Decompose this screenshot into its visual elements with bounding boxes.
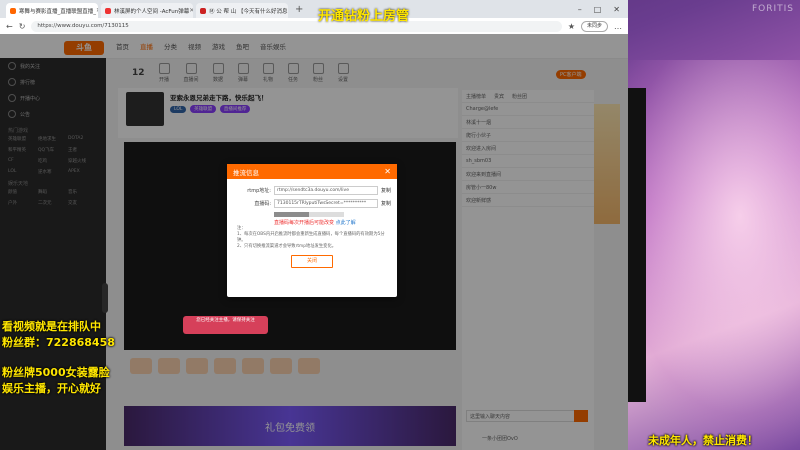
side-window: [628, 88, 646, 402]
overlay-text: 看视频就是在排队中: [2, 320, 101, 333]
sync-button[interactable]: 未同步: [580, 20, 608, 32]
promo-banner-text: 开通钻粉上房管: [318, 9, 410, 24]
tab-label: 林溪屏的个人空间 -AcFun弹幕: [114, 8, 190, 15]
learn-more-link[interactable]: 点此了解: [336, 220, 356, 226]
close-window-icon[interactable]: ✕: [613, 5, 620, 14]
star-icon[interactable]: ★: [568, 22, 575, 31]
code-warning: 直播码每次开播后可能改变 点此了解: [274, 219, 391, 226]
copy-code-button[interactable]: 复制: [381, 200, 391, 207]
code-scrollbar[interactable]: [274, 212, 344, 217]
tab-label: Ⓜ 公 帮 山 【今天有什么好消息: [209, 8, 288, 15]
close-icon[interactable]: ✕: [96, 7, 98, 14]
rtmp-field[interactable]: rtmp://sendtc3a.douyu.com/live: [274, 186, 378, 195]
close-icon[interactable]: ✕: [384, 167, 391, 176]
address-bar: ← ↻ https://www.douyu.com/7130115 ★ 未同步 …: [0, 18, 628, 35]
dialog-notes: 注： 1、每次在OBS内开启推流时都会重新生成直播码，每个直播码的有效期为5分钟…: [237, 226, 391, 250]
rtmp-row: rtmp地址: rtmp://sendtc3a.douyu.com/live 复…: [233, 186, 391, 195]
close-icon[interactable]: ✕: [288, 7, 289, 14]
dialog-title: 推流信息: [233, 168, 259, 177]
tab-bar: 寒舞与赛影直播_直播联盟直播_✕ 林溪屏的个人空间 -AcFun弹幕✕ Ⓜ 公 …: [0, 0, 628, 18]
code-field[interactable]: 7130115rTRlyputiTwsSecret=**********: [274, 199, 378, 208]
copy-rtmp-button[interactable]: 复制: [381, 187, 391, 194]
favicon-icon: [105, 7, 111, 14]
stream-info-dialog: 推流信息 ✕ rtmp地址: rtmp://sendtc3a.douyu.com…: [227, 164, 397, 297]
code-label: 直播码:: [254, 201, 271, 207]
code-row: 直播码: 7130115rTRlyputiTwsSecret=*********…: [233, 199, 391, 208]
overlay-text: 娱乐主播，开心就好: [2, 382, 101, 395]
scrollbar-thumb[interactable]: [274, 212, 309, 217]
follow-tip: 您已经关注主播，请保持关注: [183, 316, 268, 334]
browser-tab[interactable]: Ⓜ 公 帮 山 【今天有什么好消息✕: [196, 3, 288, 18]
browser-tab[interactable]: 林溪屏的个人空间 -AcFun弹幕 ✕: [101, 3, 193, 18]
browser-tab[interactable]: 寒舞与赛影直播_直播联盟直播_✕: [6, 3, 98, 18]
favicon-icon: [10, 7, 16, 14]
close-icon[interactable]: ✕: [189, 7, 193, 14]
window-controls: – □ ✕: [578, 5, 628, 14]
url-input[interactable]: https://www.douyu.com/7130115: [31, 20, 562, 32]
note-line: 1、每次在OBS内开启推流时都会重新生成直播码，每个直播码的有效期为5分钟。: [237, 232, 385, 243]
overlay-text: 粉丝牌5000女装露脸: [2, 366, 110, 379]
menu-icon[interactable]: …: [614, 22, 622, 31]
overlay-text: 粉丝群：722868458: [2, 336, 115, 349]
minimize-icon[interactable]: –: [578, 5, 582, 14]
back-icon[interactable]: ←: [6, 22, 13, 31]
rtmp-label: rtmp地址:: [247, 188, 271, 194]
dialog-header: 推流信息 ✕: [227, 164, 397, 179]
wallpaper-brand: FORITIS: [751, 4, 794, 14]
maximize-icon[interactable]: □: [594, 5, 602, 14]
overlay-text: 未成年人，禁止消费！: [648, 434, 758, 447]
dialog-body: rtmp地址: rtmp://sendtc3a.douyu.com/live 复…: [227, 179, 397, 268]
new-tab-icon[interactable]: +: [295, 4, 303, 15]
refresh-icon[interactable]: ↻: [19, 22, 26, 31]
note-line: 2、只有切换推流渠道才会导致rtmp地址发生变化。: [237, 244, 337, 249]
favicon-icon: [200, 7, 206, 14]
close-button[interactable]: 关闭: [291, 255, 333, 268]
tab-label: 寒舞与赛影直播_直播联盟直播_: [19, 8, 97, 15]
warning-text: 直播码每次开播后可能改变: [274, 220, 335, 226]
url-text: https://www.douyu.com/7130115: [37, 23, 129, 29]
